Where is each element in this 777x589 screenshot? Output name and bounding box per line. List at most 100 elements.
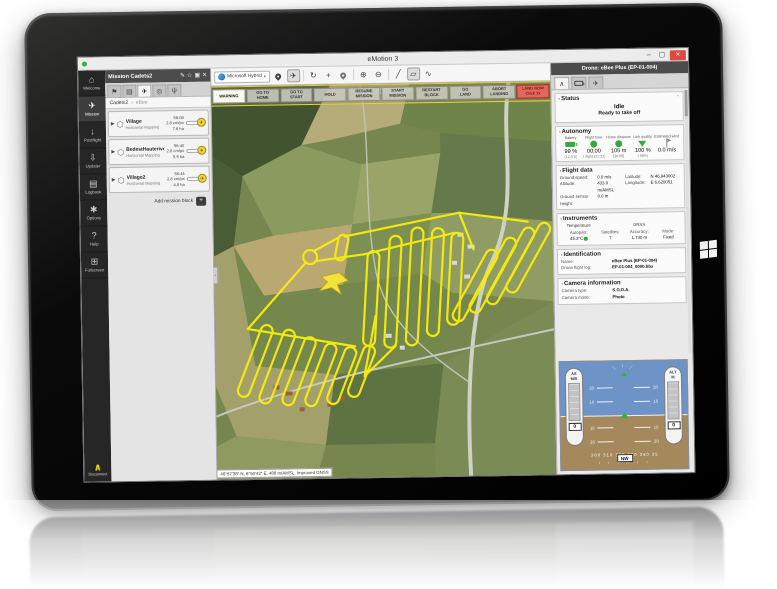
block-progress: ✈ bbox=[186, 173, 207, 184]
abort-landing-button[interactable]: ABORT LANDING bbox=[482, 84, 516, 100]
tab-layers[interactable]: ▤ bbox=[122, 84, 137, 97]
mission-block-row[interactable]: ▶ ⬡ Village Horizontal Mapping 56:08 2.8… bbox=[107, 109, 210, 138]
map-column: Microsoft Hybrid ▾ ✈ ↻ + ⊕ ⊖ ╱ ▱ ∿ WARNI… bbox=[211, 63, 557, 481]
pan-map-button[interactable]: + bbox=[322, 69, 335, 82]
drone-tab[interactable]: ✈ bbox=[588, 76, 604, 89]
mission-block-row[interactable]: ▶ ⬡ BedestHauterive Horizontal Mapping 5… bbox=[108, 137, 210, 166]
expand-arrow-icon[interactable]: ▶ bbox=[111, 149, 115, 155]
section-identification: Identification Name: eBee Plus (EP-01-00… bbox=[556, 246, 687, 276]
basemap-select[interactable]: Microsoft Hybrid ▾ bbox=[214, 70, 270, 84]
hold-button[interactable]: HOLD bbox=[313, 87, 347, 102]
expand-arrow-icon[interactable]: ▶ bbox=[112, 177, 116, 183]
draw-line-button[interactable]: ∿ bbox=[422, 67, 435, 80]
scrollbar-thumb[interactable] bbox=[684, 90, 688, 117]
expand-arrow-icon[interactable]: ▶ bbox=[111, 121, 115, 127]
map-canvas[interactable]: Route de Bossimens bbox=[211, 81, 557, 481]
resume-mission-button[interactable]: RESUME MISSION bbox=[347, 86, 381, 102]
nav-item-mission[interactable]: ✈ Mission bbox=[78, 96, 106, 123]
nav-item-welcome[interactable]: ⌂ Welcome bbox=[78, 70, 106, 97]
maximize-button[interactable]: ▢ bbox=[657, 50, 667, 60]
locate-drone-button[interactable] bbox=[272, 69, 285, 82]
breadcrumb-root[interactable]: Cadets2 bbox=[110, 100, 129, 106]
mission-title: Mission Cadets2 bbox=[108, 73, 153, 80]
nav-item-options[interactable]: ✱ Options bbox=[80, 200, 108, 227]
folder-icon[interactable]: ▣ bbox=[194, 72, 200, 79]
close-mission-icon[interactable]: ✕ bbox=[202, 72, 207, 79]
land-now-button[interactable]: LAND NOW Click 3x bbox=[516, 84, 550, 99]
warning-button[interactable]: WARNING bbox=[212, 89, 246, 104]
temperature-ok-led bbox=[584, 236, 588, 241]
mission-tabs: ⚑ ▤ ✈ ◎ ψ bbox=[105, 81, 211, 99]
nav-item-help[interactable]: ? Help bbox=[80, 226, 108, 253]
go-to-start-button[interactable]: GO TO START bbox=[279, 87, 313, 103]
toolbar-separator bbox=[302, 70, 304, 82]
section-status: Status ⌃ Idle Ready to take off bbox=[554, 91, 684, 124]
nav-item-updater[interactable]: ⇩ Updater bbox=[79, 148, 107, 175]
updater-icon: ⇩ bbox=[89, 152, 97, 163]
tablet-frame: eMotion 3 – ▢ ✕ ⌂ Welcome ✈ Mission ↓ Postf… bbox=[24, 2, 730, 512]
wind-icon bbox=[663, 138, 670, 147]
pin-outline-icon bbox=[339, 70, 348, 80]
breadcrumb-separator: › bbox=[131, 99, 133, 106]
connection-status-dot bbox=[81, 61, 87, 67]
drop-pin-button[interactable] bbox=[337, 68, 350, 81]
section-instruments: Instruments Temperature GNSS Autopilot: … bbox=[556, 211, 686, 246]
favorite-icon[interactable]: ☆ bbox=[187, 72, 192, 79]
add-mission-block-button[interactable]: Add mission block + bbox=[109, 194, 210, 211]
nav-item-postflight[interactable]: ↓ Postflight bbox=[78, 122, 107, 149]
section-flight-data: Flight data Ground speed: 0.0 m/s Latitu… bbox=[555, 163, 686, 211]
block-progress: ✈ bbox=[186, 145, 207, 156]
nav-item-logbook[interactable]: ▤ Logbook bbox=[79, 174, 108, 201]
start-mission-button[interactable]: START MISSION bbox=[381, 86, 415, 101]
drone-badge-icon[interactable]: ✈ bbox=[197, 173, 207, 183]
zoom-in-button[interactable]: ⊕ bbox=[357, 68, 370, 81]
section-autonomy: Autonomy Battery Flight time Home distan… bbox=[554, 124, 685, 163]
drone-panel-sections[interactable]: Status ⌃ Idle Ready to take off Autonomy… bbox=[551, 88, 692, 357]
pin-icon bbox=[274, 71, 283, 81]
airspeed-gauge: AS M/S 0 bbox=[564, 367, 584, 447]
zoom-out-button[interactable]: ⊖ bbox=[372, 68, 385, 81]
restart-block-button[interactable]: RESTART BLOCK bbox=[415, 85, 449, 101]
go-to-home-button[interactable]: GO TO HOME bbox=[246, 88, 280, 104]
collapse-panel-handle[interactable]: ‹ bbox=[213, 266, 219, 285]
tab-drone-plan[interactable]: ✈ bbox=[137, 84, 152, 97]
rotate-map-button[interactable]: ↻ bbox=[307, 69, 320, 82]
chevron-up-icon[interactable]: ⌃ bbox=[676, 94, 679, 99]
aircraft-marker-icon bbox=[619, 412, 629, 419]
map-view[interactable]: Route de Bossimens bbox=[211, 81, 557, 481]
nav-item-fullscreen[interactable]: ⊞ Fullscreen bbox=[80, 252, 109, 279]
tab-waypoints[interactable]: ◎ bbox=[152, 84, 167, 97]
mapping-block-icon: ⬡ bbox=[117, 175, 125, 185]
minimize-button[interactable]: – bbox=[644, 50, 654, 60]
link-quality-icon bbox=[638, 140, 647, 147]
drone-badge-icon[interactable]: ✈ bbox=[197, 145, 207, 155]
postflight-icon: ↓ bbox=[90, 126, 95, 137]
close-button[interactable]: ✕ bbox=[669, 49, 686, 60]
breadcrumb-leaf: eBee bbox=[135, 99, 148, 106]
chevron-down-icon: ▾ bbox=[263, 73, 266, 79]
globe-icon bbox=[218, 73, 226, 81]
scene: eMotion 3 – ▢ ✕ ⌂ Welcome ✈ Mission ↓ Postf… bbox=[0, 0, 777, 589]
collapse-all-tab[interactable]: ∧ bbox=[554, 76, 570, 90]
go-land-button[interactable]: GO LAND bbox=[448, 85, 482, 100]
battery-icon bbox=[574, 80, 584, 86]
block-progress: ✈ bbox=[185, 117, 206, 128]
drone-mission-icon: ✈ bbox=[88, 100, 96, 111]
mission-block-row[interactable]: ▶ ⬡ Village2 Horizontal Mapping 56:44 2.… bbox=[108, 165, 210, 194]
windows-logo-icon bbox=[699, 239, 718, 259]
follow-drone-button[interactable]: ✈ bbox=[286, 69, 300, 83]
roll-pointer-icon bbox=[620, 372, 627, 377]
edit-mission-icon[interactable]: ✎ bbox=[180, 72, 185, 79]
section-camera: Camera information Camera type: S.O.D.A.… bbox=[557, 276, 687, 306]
airspeed-tape bbox=[568, 382, 581, 422]
drone-badge-icon[interactable]: ✈ bbox=[196, 117, 206, 127]
disconnect-button[interactable]: ∧ Disconnect bbox=[84, 458, 111, 482]
measure-button[interactable]: ╱ bbox=[392, 68, 405, 81]
battery-tab[interactable] bbox=[571, 76, 587, 89]
app-window: eMotion 3 – ▢ ✕ ⌂ Welcome ✈ Mission ↓ Postf… bbox=[76, 47, 696, 483]
tab-operator[interactable]: ψ bbox=[167, 84, 182, 97]
artificial-horizon: ⟍ ╵ ⟋ 20 20 10 10 10 10 20 20 AS M/S 0 A… bbox=[558, 359, 690, 472]
tab-takeoff[interactable]: ⚑ bbox=[107, 84, 122, 98]
airspeed-value: 0 bbox=[568, 422, 582, 432]
draw-area-button[interactable]: ▱ bbox=[406, 67, 420, 81]
